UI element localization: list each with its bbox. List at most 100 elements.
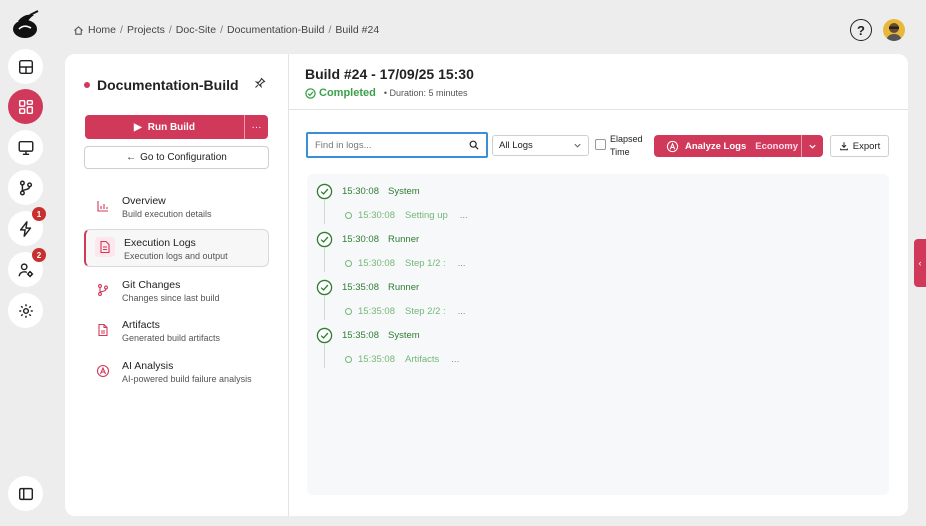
- breadcrumb-separator: /: [168, 24, 172, 36]
- rail-sidebar-toggle-button[interactable]: [8, 476, 43, 511]
- export-button[interactable]: Export: [830, 135, 889, 157]
- analyze-tier-label: Economy: [755, 140, 799, 152]
- help-icon[interactable]: ?: [850, 19, 872, 41]
- log-search-box[interactable]: [306, 132, 488, 158]
- avatar[interactable]: [883, 19, 905, 41]
- user-settings-icon: [18, 262, 33, 277]
- log-filter-value: All Logs: [499, 140, 533, 151]
- chart-icon: [97, 201, 108, 212]
- rail-settings-button[interactable]: [8, 293, 43, 328]
- log-time: 15:30:08: [342, 234, 379, 245]
- nav-title: Execution Logs: [124, 237, 196, 249]
- nav-item-execution-logs[interactable]: Execution Logs Execution logs and output: [84, 229, 269, 267]
- build-duration: • Duration: 5 minutes: [383, 88, 468, 98]
- nav-subtitle: AI-powered build failure analysis: [122, 374, 252, 384]
- log-filter-select[interactable]: All Logs: [492, 135, 589, 156]
- nav-subtitle: Execution logs and output: [124, 251, 228, 261]
- log-sub-message: Step 1/2 :: [404, 258, 446, 269]
- breadcrumb-documentation-build[interactable]: Documentation-Build: [227, 24, 324, 36]
- main-card: Documentation-Build ▶ Run Build ··· ← Go…: [65, 54, 908, 516]
- analyze-logs-main[interactable]: Analyze Logs Economy: [654, 135, 801, 157]
- breadcrumb: Home / Projects / Doc-Site / Documentati…: [73, 24, 379, 36]
- check-circle-icon: [316, 279, 333, 296]
- pin-icon[interactable]: [254, 77, 266, 89]
- analyze-options-button[interactable]: [801, 135, 823, 157]
- log-source: Runner: [387, 282, 420, 293]
- breadcrumb-projects[interactable]: Projects: [127, 24, 165, 36]
- rail-monitor-button[interactable]: [8, 130, 43, 165]
- build-duration-text: Duration: 5 minutes: [389, 88, 468, 98]
- log-connector: [324, 344, 325, 368]
- log-sub-entry[interactable]: 15:35:08 Artifacts ...: [345, 354, 459, 365]
- build-title: Build #24 - 17/09/25 15:30: [305, 66, 474, 82]
- log-expand[interactable]: ...: [458, 306, 466, 317]
- log-source: System: [387, 330, 420, 341]
- chevron-left-icon: ‹: [918, 258, 922, 268]
- nav-item-git-changes[interactable]: Git Changes Changes since last build: [84, 272, 269, 310]
- nav-item-artifacts[interactable]: Artifacts Generated build artifacts: [84, 312, 269, 350]
- git-branch-icon: [98, 284, 108, 296]
- log-expand[interactable]: ...: [458, 258, 466, 269]
- log-entry[interactable]: 15:35:08 Runner: [316, 279, 419, 296]
- check-circle-icon: [316, 183, 333, 200]
- analyze-logs-button[interactable]: Analyze Logs Economy: [654, 135, 823, 157]
- log-entry[interactable]: 15:30:08 Runner: [316, 231, 419, 248]
- nav-title: Git Changes: [122, 279, 181, 291]
- build-sidebar: Documentation-Build ▶ Run Build ··· ← Go…: [65, 54, 289, 516]
- run-build-button[interactable]: ▶ Run Build ···: [85, 115, 268, 139]
- elapsed-time-checkbox[interactable]: [595, 139, 606, 150]
- download-icon: [839, 142, 848, 151]
- breadcrumb-home[interactable]: Home: [88, 24, 116, 36]
- elapsed-time-toggle[interactable]: Elapsed Time: [595, 133, 643, 159]
- status-badge: Completed: [305, 87, 376, 99]
- side-panel-toggle[interactable]: ‹: [914, 239, 926, 287]
- rail-lightning-button[interactable]: 1: [8, 207, 46, 246]
- log-entry[interactable]: 15:35:08 System: [316, 327, 420, 344]
- rail-dashboard-button[interactable]: [8, 49, 43, 84]
- log-search-input[interactable]: [315, 139, 455, 151]
- layout-icon: [18, 59, 33, 74]
- nav-title: AI Analysis: [122, 360, 174, 372]
- rail-git-button[interactable]: [8, 170, 43, 205]
- elapsed-time-label: Elapsed Time: [610, 133, 643, 159]
- file-icon: [98, 323, 108, 337]
- log-expand[interactable]: ...: [460, 210, 468, 221]
- rail-users-button[interactable]: 2: [8, 248, 46, 287]
- check-circle-icon: [316, 231, 333, 248]
- build-content: Build #24 - 17/09/25 15:30 Completed • D…: [289, 54, 908, 516]
- run-build-more-button[interactable]: ···: [244, 115, 268, 139]
- check-circle-icon: [305, 87, 316, 99]
- run-build-main[interactable]: ▶ Run Build: [85, 115, 244, 139]
- check-circle-icon: [316, 327, 333, 344]
- chevron-down-icon: [809, 144, 816, 149]
- rail-projects-button[interactable]: [8, 89, 43, 124]
- log-sub-entry[interactable]: 15:30:08 Setting up ...: [345, 210, 468, 221]
- search-icon[interactable]: [469, 140, 479, 150]
- users-badge: 2: [32, 248, 46, 262]
- sidebar-toggle-icon: [18, 487, 33, 500]
- monitor-icon: [18, 140, 33, 155]
- log-time: 15:35:08: [342, 330, 379, 341]
- log-connector: [324, 296, 325, 320]
- log-sub-entry[interactable]: 15:30:08 Step 1/2 : ...: [345, 258, 466, 269]
- nav-subtitle: Changes since last build: [122, 293, 220, 303]
- log-expand[interactable]: ...: [451, 354, 459, 365]
- analyze-logs-label: Analyze Logs: [685, 140, 747, 152]
- left-rail: 1 2: [0, 0, 52, 526]
- nav-item-ai-analysis[interactable]: AI Analysis AI-powered build failure ana…: [84, 353, 269, 391]
- app-logo-icon[interactable]: [10, 9, 42, 41]
- log-source: Runner: [387, 234, 420, 245]
- log-sub-entry[interactable]: 15:35:08 Step 2/2 : ...: [345, 306, 466, 317]
- home-icon[interactable]: [73, 25, 84, 36]
- log-step-dot: [345, 260, 352, 267]
- status-text: Completed: [319, 87, 376, 99]
- breadcrumb-doc-site[interactable]: Doc-Site: [176, 24, 216, 36]
- header-divider: [289, 109, 908, 110]
- lightning-badge: 1: [32, 207, 46, 221]
- lightning-icon: [19, 220, 31, 237]
- log-source: System: [387, 186, 420, 197]
- nav-item-overview[interactable]: Overview Build execution details: [84, 188, 269, 226]
- go-to-configuration-button[interactable]: ← Go to Configuration: [84, 146, 269, 169]
- log-entry[interactable]: 15:30:08 System: [316, 183, 420, 200]
- nav-title: Artifacts: [122, 319, 160, 331]
